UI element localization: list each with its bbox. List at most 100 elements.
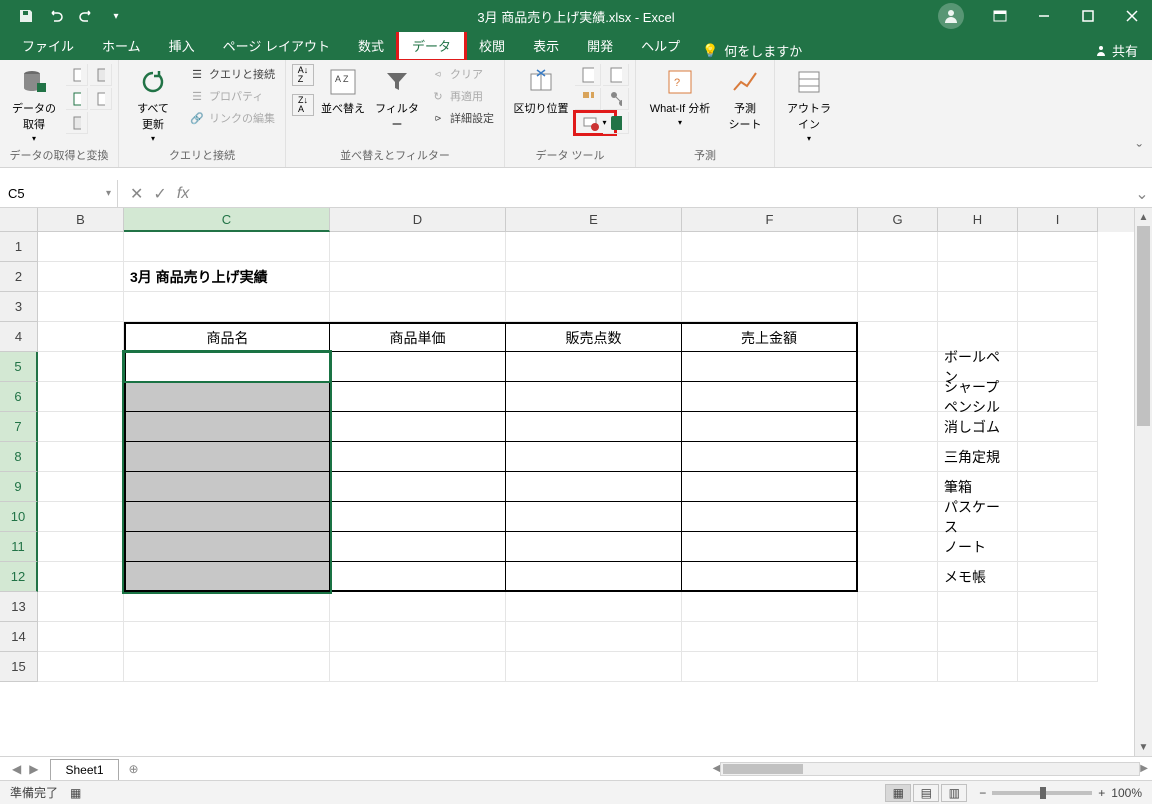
cell-G8[interactable] <box>858 442 938 472</box>
expand-formula-bar-icon[interactable]: ⌄ <box>1132 180 1152 207</box>
cell-H2[interactable] <box>938 262 1018 292</box>
cell-G13[interactable] <box>858 592 938 622</box>
row-header-9[interactable]: 9 <box>0 472 38 502</box>
cell-D15[interactable] <box>330 652 506 682</box>
qat-customize-icon[interactable]: ▾ <box>106 6 126 26</box>
enter-formula-icon[interactable]: ✓ <box>153 184 166 204</box>
sort-asc-icon[interactable]: A↓Z <box>292 64 314 86</box>
cell-E3[interactable] <box>506 292 682 322</box>
row-header-7[interactable]: 7 <box>0 412 38 442</box>
cell-E6[interactable] <box>506 382 682 412</box>
cell-F15[interactable] <box>682 652 858 682</box>
macro-record-icon[interactable]: ▦ <box>70 786 81 800</box>
sheet-nav-next-icon[interactable]: ▶ <box>29 762 38 776</box>
col-header-C[interactable]: C <box>124 208 330 232</box>
tab-data[interactable]: データ <box>398 31 465 60</box>
cell-I1[interactable] <box>1018 232 1098 262</box>
consolidate-icon[interactable] <box>575 88 601 110</box>
hscroll-left-icon[interactable]: ◀ <box>713 763 721 774</box>
zoom-slider[interactable] <box>992 791 1092 795</box>
cell-F9[interactable] <box>682 472 858 502</box>
tab-home[interactable]: ホーム <box>88 31 155 60</box>
cell-I7[interactable] <box>1018 412 1098 442</box>
cell-D9[interactable] <box>330 472 506 502</box>
cell-B9[interactable] <box>38 472 124 502</box>
cell-B15[interactable] <box>38 652 124 682</box>
share-button[interactable]: 共有 <box>1094 41 1138 60</box>
row-header-14[interactable]: 14 <box>0 622 38 652</box>
cell-B10[interactable] <box>38 502 124 532</box>
add-sheet-button[interactable]: ⊕ <box>119 762 149 776</box>
cell-E15[interactable] <box>506 652 682 682</box>
sheet-tab-sheet1[interactable]: Sheet1 <box>50 759 118 780</box>
cell-F8[interactable] <box>682 442 858 472</box>
sort-desc-icon[interactable]: Z↓A <box>292 94 314 116</box>
select-all-button[interactable] <box>0 208 38 232</box>
cell-C5[interactable] <box>124 352 330 382</box>
cell-H11[interactable]: ノート <box>938 532 1018 562</box>
scroll-up-icon[interactable]: ▲ <box>1135 208 1152 226</box>
cell-H7[interactable]: 消しゴム <box>938 412 1018 442</box>
save-icon[interactable] <box>16 6 36 26</box>
cell-I5[interactable] <box>1018 352 1098 382</box>
cell-E11[interactable] <box>506 532 682 562</box>
zoom-level[interactable]: 100% <box>1111 786 1142 800</box>
cell-F13[interactable] <box>682 592 858 622</box>
formula-input[interactable] <box>201 180 1132 207</box>
cell-H13[interactable] <box>938 592 1018 622</box>
hscroll-thumb[interactable] <box>723 764 803 774</box>
cell-E12[interactable] <box>506 562 682 592</box>
col-header-I[interactable]: I <box>1018 208 1098 232</box>
cell-B4[interactable] <box>38 322 124 352</box>
outline-button[interactable]: アウトラ イン ▾ <box>781 64 837 145</box>
cell-F11[interactable] <box>682 532 858 562</box>
relationships-icon[interactable] <box>603 88 629 110</box>
cell-D11[interactable] <box>330 532 506 562</box>
row-header-15[interactable]: 15 <box>0 652 38 682</box>
manage-data-model-icon[interactable] <box>603 112 629 134</box>
cell-I13[interactable] <box>1018 592 1098 622</box>
tab-review[interactable]: 校閲 <box>465 31 519 60</box>
cell-H15[interactable] <box>938 652 1018 682</box>
cell-B6[interactable] <box>38 382 124 412</box>
cell-H14[interactable] <box>938 622 1018 652</box>
cell-E1[interactable] <box>506 232 682 262</box>
cell-G2[interactable] <box>858 262 938 292</box>
properties-button[interactable]: ☰プロパティ <box>185 86 279 106</box>
cell-B11[interactable] <box>38 532 124 562</box>
cell-B13[interactable] <box>38 592 124 622</box>
cell-F4[interactable]: 売上金額 <box>682 322 858 352</box>
cell-G1[interactable] <box>858 232 938 262</box>
cell-C6[interactable] <box>124 382 330 412</box>
from-text-icon[interactable] <box>66 64 88 86</box>
cell-G9[interactable] <box>858 472 938 502</box>
row-header-13[interactable]: 13 <box>0 592 38 622</box>
cell-D14[interactable] <box>330 622 506 652</box>
cell-H10[interactable]: パスケース <box>938 502 1018 532</box>
cell-I9[interactable] <box>1018 472 1098 502</box>
redo-icon[interactable] <box>76 6 96 26</box>
tab-view[interactable]: 表示 <box>519 31 573 60</box>
cell-D2[interactable] <box>330 262 506 292</box>
cell-H12[interactable]: メモ帳 <box>938 562 1018 592</box>
remove-duplicates-icon[interactable] <box>603 64 629 86</box>
tab-formulas[interactable]: 数式 <box>344 31 398 60</box>
close-button[interactable] <box>1112 0 1152 32</box>
queries-connections-button[interactable]: ☰クエリと接続 <box>185 64 279 84</box>
cell-B14[interactable] <box>38 622 124 652</box>
cell-B1[interactable] <box>38 232 124 262</box>
existing-connections-icon[interactable] <box>66 112 88 134</box>
cell-G10[interactable] <box>858 502 938 532</box>
row-header-2[interactable]: 2 <box>0 262 38 292</box>
fx-icon[interactable]: fx <box>177 185 189 203</box>
sort-button[interactable]: A Z 並べ替え <box>318 64 368 118</box>
cell-E5[interactable] <box>506 352 682 382</box>
cell-G7[interactable] <box>858 412 938 442</box>
advanced-filter-button[interactable]: ⪧詳細設定 <box>426 108 498 128</box>
cell-F1[interactable] <box>682 232 858 262</box>
row-header-4[interactable]: 4 <box>0 322 38 352</box>
tab-insert[interactable]: 挿入 <box>155 31 209 60</box>
forecast-sheet-button[interactable]: 予測 シート <box>722 64 768 134</box>
cell-B8[interactable] <box>38 442 124 472</box>
cell-E9[interactable] <box>506 472 682 502</box>
